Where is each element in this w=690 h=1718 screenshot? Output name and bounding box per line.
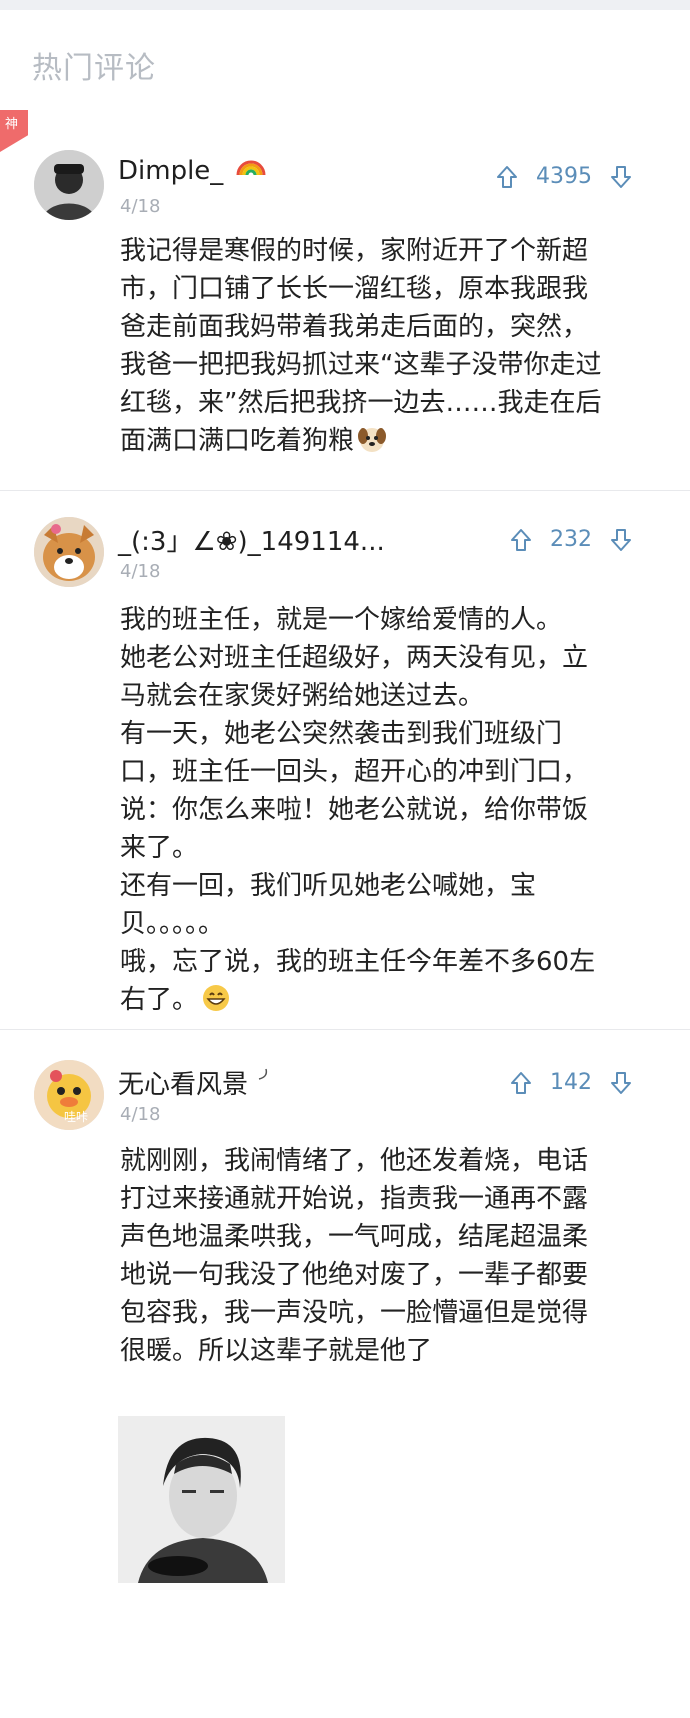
vote-controls: 142: [510, 1070, 632, 1095]
comment-date: 4/18: [120, 561, 161, 582]
avatar-image: [34, 150, 104, 220]
comment-card: _(:3」∠❀)_149114... 4/18 232 我的班主任，就是一个嫁给…: [0, 491, 690, 1029]
portrait-photo-image: [118, 1416, 285, 1583]
avatar-caption: 哇咔: [64, 1110, 89, 1124]
comment-card: 哇咔 无心看风景 4/18 142 就刚刚，我闹情绪了，他还发着烧，电话 打过来…: [0, 1030, 690, 1610]
comment-text: 我记得是寒假的时候，家附近开了个新超 市，门口铺了长长一溜红毯，原本我跟我 爸走…: [120, 236, 602, 456]
comment-username[interactable]: 无心看风景: [118, 1064, 270, 1101]
upvote-arrow-icon[interactable]: [510, 528, 532, 552]
comment-date: 4/18: [120, 1104, 161, 1125]
comment-text: 我的班主任，就是一个嫁给爱情的人。 她老公对班主任超级好，两天没有见，立 马就会…: [120, 605, 596, 1015]
avatar[interactable]: [34, 517, 104, 587]
vote-controls: 232: [510, 527, 632, 552]
comment-username[interactable]: _(:3」∠❀)_149114...: [118, 521, 385, 558]
avatar[interactable]: 哇咔: [34, 1060, 104, 1130]
avatar[interactable]: [34, 150, 104, 220]
downvote-arrow-icon[interactable]: [610, 165, 632, 189]
comment-body: 就刚刚，我闹情绪了，他还发着烧，电话 打过来接通就开始说，指责我一通再不露 声色…: [120, 1146, 589, 1366]
like-count: 4395: [536, 164, 592, 189]
like-count: 142: [550, 1070, 592, 1095]
avatar-image: [34, 517, 104, 587]
rainbow-icon: [236, 160, 266, 176]
username-text: Dimple_: [118, 156, 224, 186]
hot-badge-label: 神: [5, 117, 19, 132]
top-band: [0, 0, 690, 10]
username-text: 无心看风景: [118, 1070, 249, 1100]
comment-date: 4/18: [120, 196, 161, 217]
grinning-face-emoji-icon: [203, 985, 230, 1011]
like-count: 232: [550, 527, 592, 552]
upvote-arrow-icon[interactable]: [510, 1071, 532, 1095]
comment-username[interactable]: Dimple_: [118, 156, 266, 186]
attached-photo[interactable]: [118, 1416, 285, 1583]
comment-body: 我的班主任，就是一个嫁给爱情的人。 她老公对班主任超级好，两天没有见，立 马就会…: [120, 601, 630, 1019]
upvote-arrow-icon[interactable]: [496, 165, 518, 189]
hot-badge: 神: [0, 110, 28, 152]
hot-comments-page: 热门评论 神 Dimple_ 4/18 4395 我记得是寒假的时候，家附近开了…: [0, 0, 690, 1718]
dog-face-emoji-icon: [358, 428, 387, 452]
downvote-arrow-icon[interactable]: [610, 1071, 632, 1095]
downvote-arrow-icon[interactable]: [610, 528, 632, 552]
comment-body: 我记得是寒假的时候，家附近开了个新超 市，门口铺了长长一溜红毯，原本我跟我 爸走…: [120, 232, 630, 460]
hook-mark-icon: [259, 1068, 268, 1080]
username-text: _(:3」∠❀)_149114...: [118, 527, 385, 557]
comment-card: 神 Dimple_ 4/18 4395 我记得是寒假的时候，家附近开了个新超 市…: [0, 110, 690, 490]
vote-controls: 4395: [496, 164, 632, 189]
section-title: 热门评论: [32, 51, 156, 86]
